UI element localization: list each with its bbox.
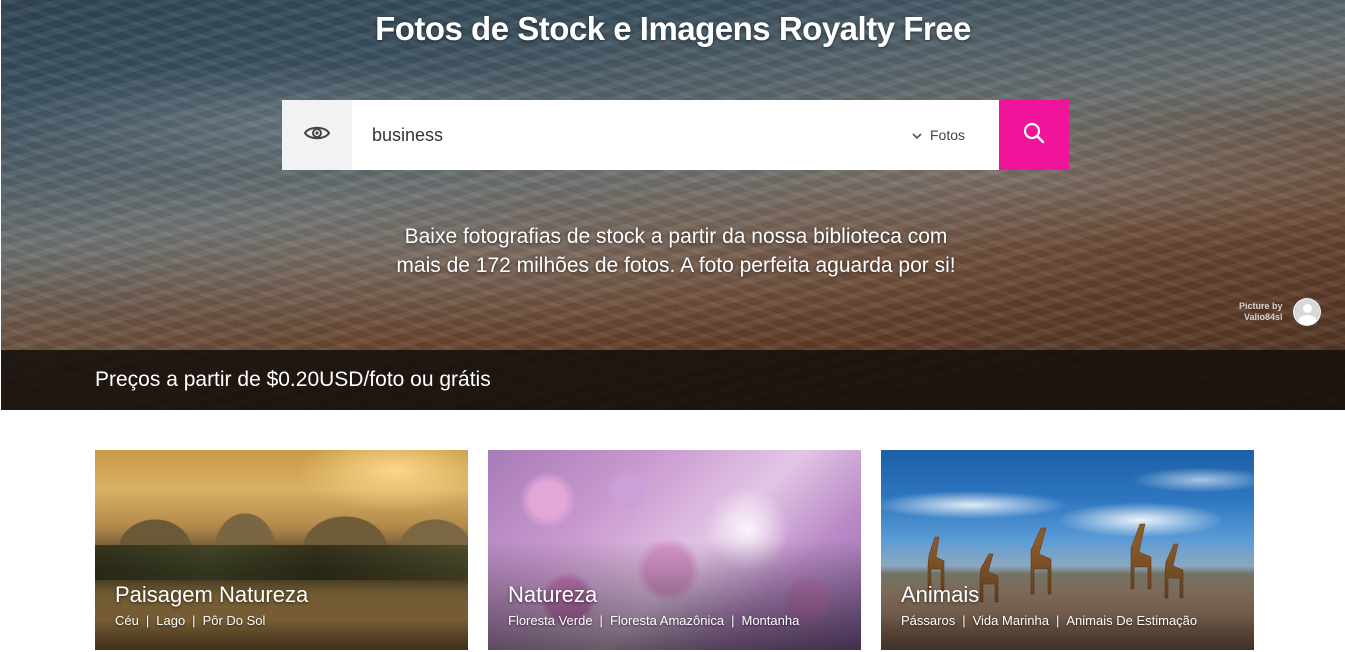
- search-input[interactable]: [352, 100, 912, 170]
- category-card-nature[interactable]: Natureza Floresta Verde | Floresta Amazô…: [488, 450, 861, 650]
- search-icon: [1023, 122, 1045, 149]
- subcategory-links: Céu | Lago | Pôr Do Sol: [115, 613, 265, 628]
- photo-credit[interactable]: Picture by Valio84sl: [1239, 298, 1321, 326]
- subcategory-link[interactable]: Floresta Verde: [508, 613, 593, 628]
- search-button[interactable]: [999, 100, 1069, 170]
- pricing-bar: Preços a partir de $0.20USD/foto ou grát…: [1, 350, 1345, 410]
- subcategory-links: Pássaros | Vida Marinha | Animais De Est…: [901, 613, 1197, 628]
- category-title: Natureza: [508, 582, 598, 607]
- subcategory-link[interactable]: Céu: [115, 613, 139, 628]
- subcategory-link[interactable]: Animais De Estimação: [1066, 613, 1197, 628]
- subcategory-link[interactable]: Lago: [156, 613, 185, 628]
- subcategory-link[interactable]: Pôr Do Sol: [203, 613, 266, 628]
- subcategory-link[interactable]: Montanha: [742, 613, 800, 628]
- link-separator: |: [962, 613, 966, 628]
- category-title: Animais: [901, 582, 980, 607]
- media-type-dropdown[interactable]: Fotos: [912, 100, 999, 170]
- link-separator: |: [192, 613, 196, 628]
- hero-banner: Fotos de Stock e Imagens Royalty Free Fo…: [1, 0, 1345, 410]
- search-bar: Fotos: [282, 100, 1069, 170]
- credit-author: Valio84sl: [1243, 312, 1283, 322]
- eye-icon: [303, 124, 331, 147]
- hero-tagline: Baixe fotografias de stock a partir da n…: [396, 225, 956, 277]
- credit-label: Picture by: [1239, 301, 1283, 311]
- subcategory-link[interactable]: Vida Marinha: [973, 613, 1049, 628]
- pricing-text: Preços a partir de $0.20USD/foto ou grát…: [95, 368, 491, 391]
- category-title: Paisagem Natureza: [115, 582, 309, 607]
- subcategory-link[interactable]: Pássaros: [901, 613, 955, 628]
- visual-search-button[interactable]: [282, 100, 352, 170]
- category-card-animals[interactable]: Animais Pássaros | Vida Marinha | Animai…: [881, 450, 1254, 650]
- category-card-landscape[interactable]: Paisagem Natureza Céu | Lago | Pôr Do So…: [95, 450, 468, 650]
- chevron-down-icon: [912, 127, 922, 143]
- media-type-label: Fotos: [930, 127, 966, 143]
- link-separator: |: [1055, 613, 1060, 628]
- page-title: Fotos de Stock e Imagens Royalty Free: [375, 10, 971, 47]
- link-separator: |: [731, 613, 735, 628]
- subcategory-links: Floresta Verde | Floresta Amazônica | Mo…: [508, 613, 799, 628]
- link-separator: |: [145, 613, 150, 628]
- link-separator: |: [599, 613, 603, 628]
- user-avatar-icon: [1292, 298, 1321, 326]
- subcategory-link[interactable]: Floresta Amazônica: [610, 613, 724, 628]
- category-cards: Paisagem Natureza Céu | Lago | Pôr Do So…: [95, 450, 1254, 650]
